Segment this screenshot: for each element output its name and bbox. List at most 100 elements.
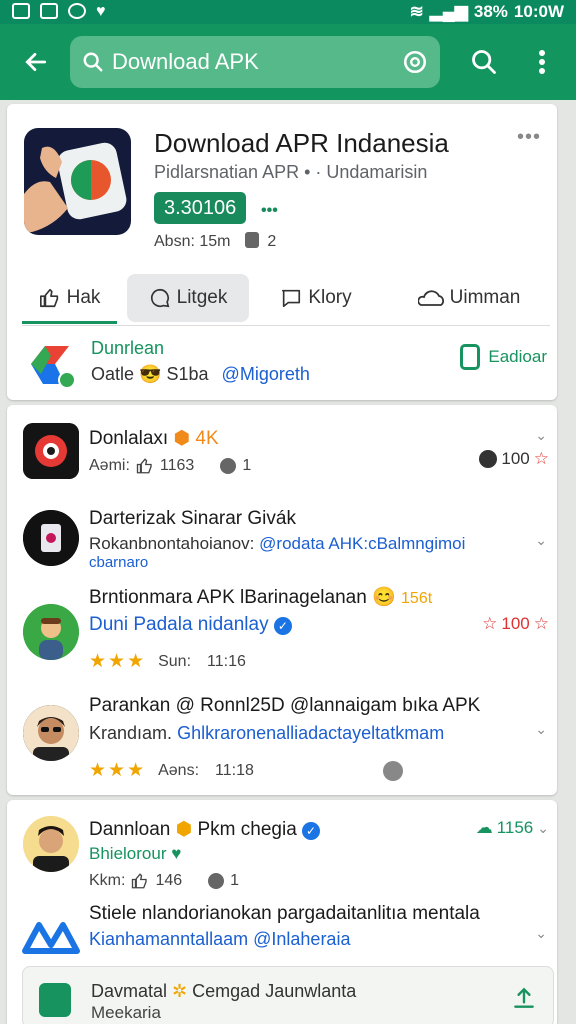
- app-title: Download APR Indanesia: [154, 128, 449, 158]
- row-link[interactable]: Ghlkraronenalliadactayeltatkmam: [177, 723, 444, 743]
- chevron-down-icon[interactable]: ⌄: [535, 532, 547, 549]
- tab-label: Uimman: [449, 286, 521, 308]
- battery-text: 38%: [473, 2, 508, 21]
- emoji-icon: 😊: [372, 587, 396, 608]
- row-title: Darterizak Sinarar Givák: [89, 508, 296, 529]
- download-cta[interactable]: Davmatal ✲ Cemgad Jaunwlanta Meekaria: [22, 966, 554, 1024]
- tab-bar: Hak Litgek Klory Uimman: [22, 270, 550, 326]
- row-subtitle: Duni Padala nidanlay ✓: [89, 614, 292, 636]
- chevron-down-icon[interactable]: ⌄: [535, 427, 547, 444]
- wifi-icon: ≋: [409, 2, 424, 21]
- chevron-down-icon[interactable]: ⌄: [537, 820, 549, 837]
- comment-icon: [282, 289, 301, 307]
- row-rating-value: 100: [501, 614, 530, 633]
- back-arrow-icon: [25, 53, 47, 71]
- row-link[interactable]: @Inlaheraia: [253, 929, 350, 949]
- row-title: Stiele nlandorianokan pargadaitanlitıa m…: [89, 903, 480, 924]
- promo-sub-text-2: S1ba: [166, 364, 209, 384]
- row-title: Dannloan ⬢ Pkm chegia ✓: [89, 818, 321, 841]
- notification-icon: [40, 3, 58, 19]
- cloud-icon: ☁: [475, 818, 493, 837]
- version-badge: 3.30106: [154, 192, 247, 224]
- reaction-icon[interactable]: [383, 761, 403, 781]
- install-icon: [460, 344, 481, 370]
- clock: 10:0W: [513, 2, 564, 21]
- promo-button[interactable]: Eadioar: [460, 344, 547, 370]
- chevron-down-icon[interactable]: ⌄: [535, 721, 547, 738]
- search-query: Download APK: [112, 49, 259, 74]
- row-link[interactable]: @rodata AHK:cBalmngimoi: [259, 534, 465, 553]
- drive-logo-icon: [25, 340, 76, 390]
- more-horiz-icon[interactable]: •••: [517, 126, 541, 149]
- search-field[interactable]: Download APK: [70, 36, 440, 88]
- row-tag: 4K: [195, 428, 219, 449]
- avatar: [23, 816, 79, 872]
- row-likes: 146: [155, 872, 183, 889]
- row-title-text: Brntionmara APK lBarinagelanan: [89, 587, 367, 608]
- overflow-menu-button[interactable]: [518, 36, 566, 88]
- list-item[interactable]: Brntionmara APK lBarinagelanan 😊 156t Du…: [7, 580, 557, 683]
- row-meta-label: Kkm:: [89, 872, 126, 889]
- row-meta: ★★★ Sun: 11:16: [89, 650, 246, 673]
- row-link[interactable]: Duni Padala nidanlay: [89, 614, 269, 635]
- app-detail-card: Download APR Indanesia ••• Pidlarsnatian…: [7, 104, 557, 400]
- tab-label: Klory: [308, 286, 352, 308]
- cta-subtitle: Meekaria: [91, 1003, 161, 1022]
- thumb-up-icon: [132, 873, 148, 889]
- verified-badge-icon: ⬢: [173, 428, 191, 449]
- sync-icon: [68, 3, 86, 19]
- dots-icon: •••: [261, 202, 278, 219]
- chat-icon: [479, 450, 498, 468]
- tab-uimman[interactable]: Uimman: [399, 274, 539, 322]
- chevron-down-icon[interactable]: ⌄: [535, 925, 547, 942]
- search-button[interactable]: [460, 36, 508, 88]
- promo-title: Dunrlean: [91, 338, 165, 358]
- row-count: 1: [242, 457, 252, 474]
- tab-litgek[interactable]: Litgek: [127, 273, 249, 322]
- list-item[interactable]: Parankan @ Ronnl25D @lannaigam bıka APK …: [7, 683, 557, 793]
- verified-badge-icon: ⬢: [175, 819, 193, 840]
- results-card-2: Dannloan ⬢ Pkm chegia ✓ Bhielorour ♥ ☁ 1…: [7, 800, 557, 1024]
- row-title: Donlalaxı ⬢ 4K: [89, 427, 219, 450]
- row-rating-value: 100: [501, 449, 530, 468]
- back-button[interactable]: [10, 36, 62, 88]
- more-vert-icon: [539, 50, 545, 74]
- row-sub-text: Bhielorour: [89, 844, 167, 863]
- row-sub-text[interactable]: Kianhamanntallaam: [89, 929, 248, 949]
- app-meta: Absn: 15m 2: [154, 232, 276, 251]
- sparkle-icon: ✲: [172, 981, 188, 1001]
- list-item[interactable]: Dannloan ⬢ Pkm chegia ✓ Bhielorour ♥ ☁ 1…: [7, 800, 557, 895]
- row-sub-text: Krandıam.: [89, 723, 173, 743]
- promo-handle-link[interactable]: @Migoreth: [222, 364, 310, 384]
- row-title-text-2: Pkm chegia: [197, 819, 297, 840]
- row-meta-label: Sun:: [158, 652, 192, 670]
- row-title-text: Dannloan: [89, 819, 171, 840]
- cta-title-text: Davmatal: [91, 981, 168, 1001]
- tab-label: Hak: [66, 286, 101, 308]
- row-time: 11:16: [207, 652, 246, 670]
- star-outline-icon: ☆: [482, 614, 498, 633]
- list-item[interactable]: Donlalaxı ⬢ 4K ⌄ Aəmi: 1163 1 100 ☆: [7, 405, 557, 500]
- star-rating: ★★★: [89, 760, 147, 781]
- star-outline-icon: ☆: [533, 614, 549, 633]
- tab-hak[interactable]: Hak: [22, 274, 117, 324]
- row-meta-label: Aəmi:: [89, 457, 130, 474]
- verified-icon: ✓: [302, 822, 321, 840]
- app-meta-count: 2: [267, 233, 277, 250]
- tab-klory[interactable]: Klory: [261, 274, 371, 322]
- list-item[interactable]: Darterizak Sinarar Givák Rokanbnontahoia…: [7, 500, 557, 580]
- badge-icon: [244, 232, 259, 248]
- star-rating: ★★★: [89, 651, 147, 672]
- row-link-2[interactable]: cbarnaro: [89, 554, 148, 571]
- location-icon: ♥: [96, 3, 106, 20]
- list-item[interactable]: Stiele nlandorianokan pargadaitanlitıa m…: [7, 895, 557, 965]
- status-bar: ♥ ≋ ▂▄▆ 38% 10:0W: [0, 0, 576, 24]
- promo-button-label: Eadioar: [488, 347, 547, 366]
- row-likes: 1163: [159, 457, 195, 474]
- row-subtitle: Krandıam. Ghlkraronenalliadactayeltatkma…: [89, 723, 444, 744]
- lens-icon[interactable]: [402, 49, 428, 75]
- open-external-icon[interactable]: [511, 985, 537, 1016]
- row-subtitle: Kianhamanntallaam @Inlaheraia: [89, 929, 350, 950]
- row-meta-label: Aəns:: [158, 761, 200, 779]
- row-sub-text: Rokanbnontahoianov:: [89, 534, 255, 553]
